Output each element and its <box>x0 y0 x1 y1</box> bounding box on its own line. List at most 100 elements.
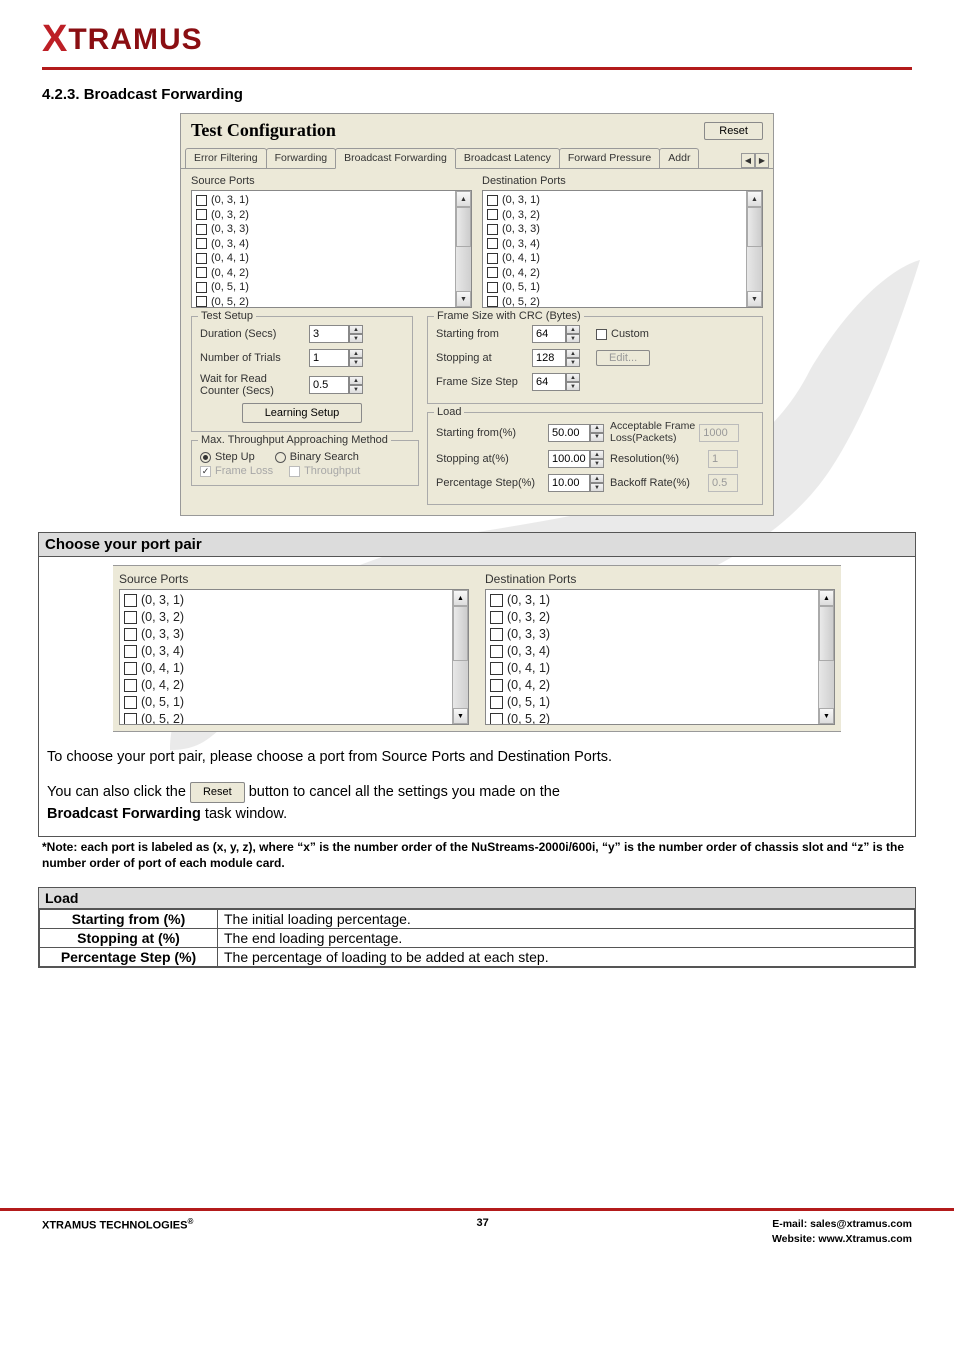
frame-start-input[interactable]: ▲▼ <box>532 325 582 343</box>
spin-up-icon[interactable]: ▲ <box>566 325 580 334</box>
load-start-field[interactable] <box>548 424 590 442</box>
spin-down-icon[interactable]: ▼ <box>590 459 604 468</box>
scroll-thumb[interactable] <box>747 207 762 247</box>
spin-up-icon[interactable]: ▲ <box>349 325 363 334</box>
checkbox-icon[interactable] <box>196 282 207 293</box>
tab-scroll-right[interactable]: ▶ <box>755 153 769 168</box>
scrollbar[interactable]: ▲ ▼ <box>455 191 471 307</box>
checkbox-icon[interactable] <box>196 267 207 278</box>
spin-up-icon[interactable]: ▲ <box>590 424 604 433</box>
load-start-input[interactable]: ▲▼ <box>548 424 606 442</box>
reset-button[interactable]: Reset <box>704 122 763 140</box>
scrollbar[interactable]: ▲ ▼ <box>746 191 762 307</box>
tab-error-filtering[interactable]: Error Filtering <box>185 148 267 168</box>
tab-broadcast-forwarding[interactable]: Broadcast Forwarding <box>335 148 456 169</box>
scroll-down-icon[interactable]: ▼ <box>453 708 468 724</box>
checkbox-icon[interactable] <box>490 662 503 675</box>
checkbox-icon[interactable] <box>487 282 498 293</box>
spin-up-icon[interactable]: ▲ <box>566 349 580 358</box>
scroll-thumb[interactable] <box>456 207 471 247</box>
frame-step-input[interactable]: ▲▼ <box>532 373 582 391</box>
destination-ports-listbox[interactable]: (0, 3, 1) (0, 3, 2) (0, 3, 3) (0, 3, 4) … <box>482 190 763 308</box>
spin-up-icon[interactable]: ▲ <box>590 450 604 459</box>
checkbox-icon[interactable] <box>487 267 498 278</box>
checkbox-icon[interactable] <box>196 195 207 206</box>
frame-step-field[interactable] <box>532 373 566 391</box>
spin-down-icon[interactable]: ▼ <box>349 334 363 343</box>
checkbox-icon[interactable] <box>487 238 498 249</box>
trials-field[interactable] <box>309 349 349 367</box>
scroll-up-icon[interactable]: ▲ <box>456 191 471 207</box>
load-stop-field[interactable] <box>548 450 590 468</box>
spin-down-icon[interactable]: ▼ <box>566 334 580 343</box>
checkbox-icon[interactable] <box>490 696 503 709</box>
checkbox-icon[interactable] <box>124 713 137 724</box>
spin-down-icon[interactable]: ▼ <box>349 385 363 394</box>
checkbox-icon[interactable] <box>490 645 503 658</box>
checkbox-icon[interactable] <box>490 594 503 607</box>
radio-step-up[interactable] <box>200 452 211 463</box>
tab-addr[interactable]: Addr <box>659 148 699 168</box>
spin-up-icon[interactable]: ▲ <box>349 349 363 358</box>
checkbox-icon[interactable] <box>196 224 207 235</box>
source-ports-listbox[interactable]: (0, 3, 1) (0, 3, 2) (0, 3, 3) (0, 3, 4) … <box>191 190 472 308</box>
scrollbar[interactable]: ▲ ▼ <box>452 590 468 724</box>
checkbox-icon[interactable] <box>487 296 498 307</box>
frame-start-field[interactable] <box>532 325 566 343</box>
checkbox-icon[interactable] <box>490 628 503 641</box>
checkbox-icon[interactable] <box>490 713 503 724</box>
spin-down-icon[interactable]: ▼ <box>566 382 580 391</box>
tab-scroll-left[interactable]: ◀ <box>741 153 755 168</box>
frame-stop-field[interactable] <box>532 349 566 367</box>
scroll-up-icon[interactable]: ▲ <box>453 590 468 606</box>
scroll-down-icon[interactable]: ▼ <box>456 291 471 307</box>
tab-forward-pressure[interactable]: Forward Pressure <box>559 148 660 168</box>
checkbox-icon[interactable] <box>487 253 498 264</box>
duration-input[interactable]: ▲▼ <box>309 325 365 343</box>
checkbox-custom[interactable] <box>596 329 607 340</box>
checkbox-icon[interactable] <box>490 611 503 624</box>
pp-source-listbox[interactable]: (0, 3, 1) (0, 3, 2) (0, 3, 3) (0, 3, 4) … <box>119 589 469 725</box>
checkbox-icon[interactable] <box>490 679 503 692</box>
learning-setup-button[interactable]: Learning Setup <box>242 403 363 423</box>
scrollbar[interactable]: ▲ ▼ <box>818 590 834 724</box>
spin-up-icon[interactable]: ▲ <box>566 373 580 382</box>
spin-up-icon[interactable]: ▲ <box>590 474 604 483</box>
frame-stop-input[interactable]: ▲▼ <box>532 349 582 367</box>
checkbox-icon[interactable] <box>124 696 137 709</box>
checkbox-icon[interactable] <box>196 296 207 307</box>
spin-down-icon[interactable]: ▼ <box>590 433 604 442</box>
scroll-up-icon[interactable]: ▲ <box>819 590 834 606</box>
checkbox-icon[interactable] <box>124 594 137 607</box>
checkbox-icon[interactable] <box>487 195 498 206</box>
scroll-up-icon[interactable]: ▲ <box>747 191 762 207</box>
checkbox-icon[interactable] <box>124 679 137 692</box>
pct-step-field[interactable] <box>548 474 590 492</box>
checkbox-icon[interactable] <box>487 224 498 235</box>
scroll-down-icon[interactable]: ▼ <box>819 708 834 724</box>
checkbox-icon[interactable] <box>196 253 207 264</box>
checkbox-icon[interactable] <box>124 611 137 624</box>
spin-up-icon[interactable]: ▲ <box>349 376 363 385</box>
tab-broadcast-latency[interactable]: Broadcast Latency <box>455 148 560 168</box>
scroll-thumb[interactable] <box>453 606 468 661</box>
spin-down-icon[interactable]: ▼ <box>566 358 580 367</box>
radio-binary-search[interactable] <box>275 452 286 463</box>
checkbox-icon[interactable] <box>196 238 207 249</box>
checkbox-icon[interactable] <box>124 662 137 675</box>
tab-forwarding[interactable]: Forwarding <box>266 148 337 168</box>
pp-dest-listbox[interactable]: (0, 3, 1) (0, 3, 2) (0, 3, 3) (0, 3, 4) … <box>485 589 835 725</box>
trials-input[interactable]: ▲▼ <box>309 349 365 367</box>
load-stop-input[interactable]: ▲▼ <box>548 450 606 468</box>
duration-field[interactable] <box>309 325 349 343</box>
checkbox-icon[interactable] <box>487 209 498 220</box>
reset-inline-button[interactable]: Reset <box>190 782 245 803</box>
checkbox-icon[interactable] <box>196 209 207 220</box>
wait-field[interactable] <box>309 376 349 394</box>
spin-down-icon[interactable]: ▼ <box>349 358 363 367</box>
spin-down-icon[interactable]: ▼ <box>590 483 604 492</box>
checkbox-icon[interactable] <box>124 645 137 658</box>
scroll-down-icon[interactable]: ▼ <box>747 291 762 307</box>
checkbox-icon[interactable] <box>124 628 137 641</box>
pct-step-input[interactable]: ▲▼ <box>548 474 606 492</box>
